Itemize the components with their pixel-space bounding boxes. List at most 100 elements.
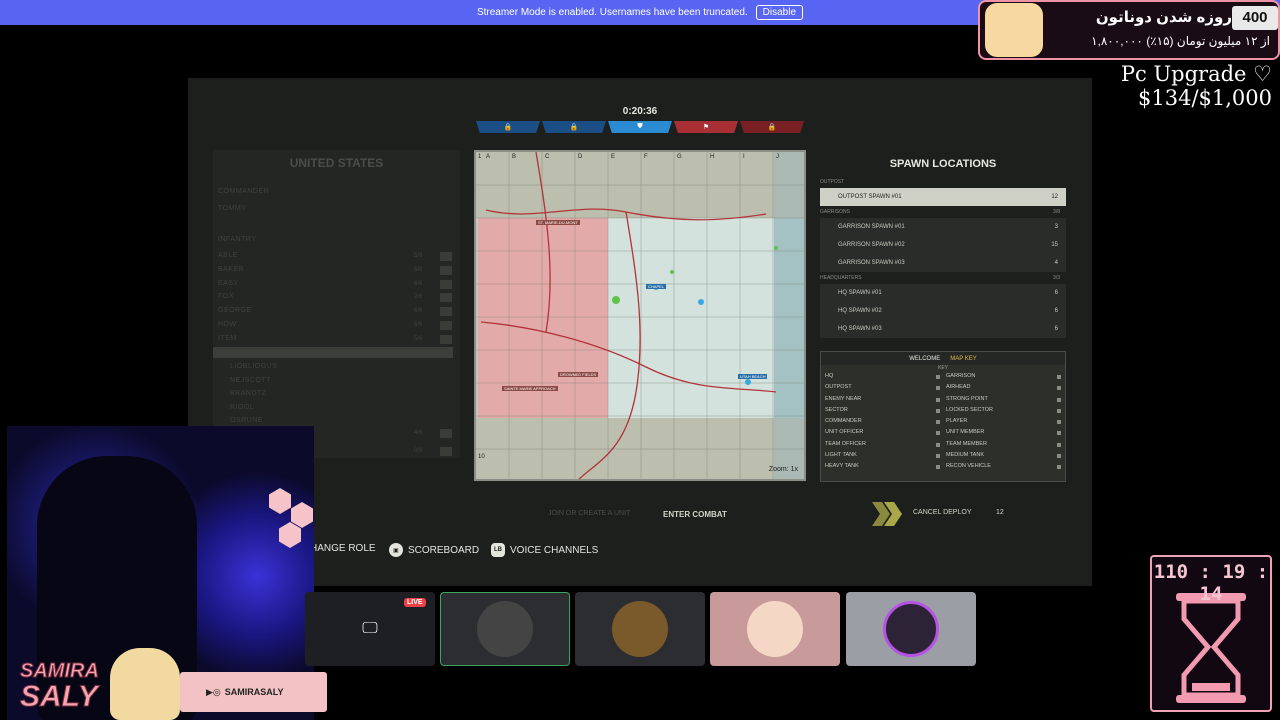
unit-name[interactable]: HOW	[218, 321, 237, 328]
live-badge: LIVE	[404, 598, 426, 607]
map-row-label: 10	[478, 454, 485, 460]
pc-upgrade-goal: Pc Upgrade ♡ $134/$1,000	[1120, 62, 1272, 110]
youtube-instagram-icon: ▶◎	[206, 686, 221, 697]
map-location-label: CHAPEL	[646, 284, 667, 289]
donation-count: 400	[1232, 6, 1278, 30]
key-item: TEAM OFFICER	[825, 439, 940, 450]
key-tabs: WELCOME MAP KEY	[821, 352, 1065, 365]
join-unit-button[interactable]	[440, 307, 452, 317]
spawn-group-header: OUTPOST	[820, 176, 1066, 188]
key-marker-icon	[1057, 442, 1061, 447]
join-unit-button[interactable]	[440, 321, 452, 330]
hourglass-icon	[1176, 593, 1246, 703]
enter-combat-button[interactable]: ENTER COMBAT	[663, 510, 727, 519]
scoreboard-hint[interactable]: ▣ SCOREBOARD	[389, 543, 479, 557]
key-marker-icon	[1057, 408, 1061, 413]
unit-member: LIOBLIOGUS	[230, 363, 278, 370]
infantry-label: INFANTRY	[218, 236, 257, 243]
key-label: ENEMY NEAR	[825, 395, 862, 402]
key-label: TEAM MEMBER	[946, 440, 987, 447]
streamer-name-logo: SALY	[20, 680, 99, 714]
change-role-hint[interactable]: HANGE ROLE	[310, 543, 376, 554]
disable-streamer-mode-button[interactable]: Disable	[755, 5, 804, 20]
spawn-row[interactable]: HQ SPAWN #03 6	[820, 320, 1066, 338]
donation-title: روزه شدن دوناتون	[1095, 9, 1232, 26]
key-marker-icon	[936, 442, 940, 447]
join-unit-button[interactable]	[440, 447, 452, 456]
key-label: STRONG POINT	[946, 395, 988, 402]
join-unit-button[interactable]	[440, 334, 452, 344]
key-label: TEAM OFFICER	[825, 440, 866, 447]
voice-channels-hint[interactable]: LB VOICE CHANNELS	[491, 543, 598, 557]
spawn-row[interactable]: OUTPOST SPAWN #01 12	[820, 188, 1066, 206]
unit-count: 5/6	[414, 335, 423, 342]
sector-3-flag-icon: ⛊	[608, 121, 672, 133]
spawn-row[interactable]: HQ SPAWN #01 6	[820, 284, 1066, 302]
spawn-group-label: GARRISONS	[820, 209, 851, 215]
unit-name[interactable]: GEORGE	[218, 307, 252, 314]
donation-progress: ۱,۸۰۰,۰۰۰ از ۱۲ میلیون تومان (۱۵٪)	[1091, 34, 1270, 48]
map-zoom-level: Zoom: 1x	[768, 466, 798, 473]
spawn-list: OUTPOST OUTPOST SPAWN #01 12 GARRISONS 3/8 GA…	[820, 176, 1066, 346]
key-item: PLAYER	[946, 416, 1061, 427]
unit-member: NEJSCOTT	[230, 376, 271, 384]
change-role-label: HANGE ROLE	[310, 543, 376, 554]
unit-name[interactable]: EASY	[218, 280, 239, 287]
countdown-timer: 110 : 19 : 14	[1153, 561, 1269, 605]
join-unit-button[interactable]	[440, 429, 452, 438]
spawn-timer: 3	[1054, 224, 1058, 230]
discord-user-tile[interactable]	[846, 592, 976, 666]
map-key-panel: WELCOME MAP KEY KEY HQ GARRISON OUTPOST AIR…	[820, 351, 1066, 482]
key-item: STRONG POINT	[946, 394, 1061, 405]
key-label: MEDIUM TANK	[946, 452, 984, 459]
unit-name[interactable]: ABLE	[218, 252, 238, 259]
key-label: SECTOR	[825, 406, 848, 413]
commander-label: COMMANDER	[218, 188, 270, 195]
selected-unit-row[interactable]	[213, 347, 453, 358]
key-item: MEDIUM TANK	[946, 450, 1061, 461]
join-unit-button[interactable]	[440, 265, 452, 275]
donation-avatar	[985, 3, 1043, 57]
join-unit-button[interactable]	[440, 293, 452, 303]
key-marker-icon	[936, 386, 940, 391]
spawn-row[interactable]: GARRISON SPAWN #01 3	[820, 218, 1066, 236]
spawn-row[interactable]: GARRISON SPAWN #03 4	[820, 254, 1066, 272]
unit-list-panel	[213, 150, 460, 458]
spawn-row[interactable]: GARRISON SPAWN #02 15	[820, 236, 1066, 254]
discord-user-tile[interactable]	[710, 592, 840, 666]
map-location-label: ST. MARIE-DU-MONT	[536, 220, 580, 225]
key-item: TEAM MEMBER	[946, 439, 1061, 450]
key-item: AIRHEAD	[946, 382, 1061, 393]
spawn-name: OUTPOST SPAWN #01	[838, 194, 902, 200]
discord-user-tile[interactable]	[575, 592, 705, 666]
spawn-row[interactable]: HQ SPAWN #02 6	[820, 302, 1066, 320]
key-marker-icon	[936, 454, 940, 459]
spawn-name: GARRISON SPAWN #03	[838, 260, 905, 266]
unit-name[interactable]: BAKER	[218, 266, 244, 273]
join-unit-link[interactable]: JOIN OR CREATE A UNIT	[548, 510, 630, 517]
tactical-map[interactable]: B C D E F G H I J A 1 10 ST. MARIE-DU-MONT SAINTE…	[474, 150, 806, 481]
tab-welcome[interactable]: WELCOME	[909, 356, 940, 362]
unit-name[interactable]: ITEM	[218, 335, 237, 342]
join-unit-button[interactable]	[440, 279, 452, 289]
cancel-deploy-button[interactable]: CANCEL DEPLOY	[913, 509, 971, 516]
tab-map-key[interactable]: MAP KEY	[950, 356, 977, 362]
discord-user-tile[interactable]	[440, 592, 570, 666]
key-item: RECON VEHICLE	[946, 461, 1061, 472]
spawn-locations-title: SPAWN LOCATIONS	[889, 158, 997, 170]
join-unit-button[interactable]	[440, 252, 452, 261]
key-label: RECON VEHICLE	[946, 463, 991, 470]
key-item: HQ	[825, 371, 940, 382]
sector-1-lock-icon: 🔒	[476, 121, 540, 133]
user-avatar	[747, 601, 803, 657]
map-column-label: J	[776, 154, 779, 160]
spawn-name: HQ SPAWN #03	[838, 326, 882, 332]
commander-name[interactable]: TOMMY	[218, 205, 246, 212]
key-label: AIRHEAD	[946, 384, 971, 391]
key-marker-icon	[936, 465, 940, 470]
key-label: COMMANDER	[825, 418, 862, 425]
key-legend: HQ GARRISON OUTPOST AIRHEAD ENEMY NEAR STRONG…	[821, 371, 1065, 473]
unit-name[interactable]: FOX	[218, 293, 234, 300]
spawn-group-label: OUTPOST	[820, 179, 845, 185]
map-column-label: A	[486, 154, 491, 160]
